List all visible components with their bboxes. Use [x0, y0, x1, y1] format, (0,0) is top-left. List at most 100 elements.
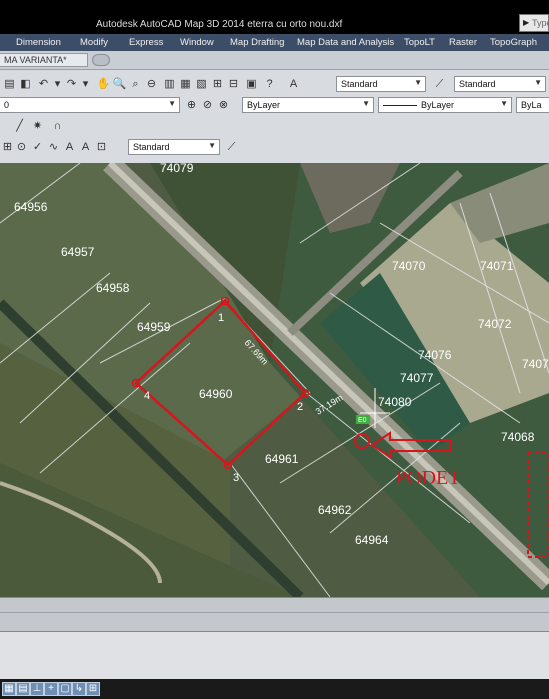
parcel-label: 74076: [418, 348, 452, 362]
layer-previous-icon[interactable]: ⊘: [200, 98, 215, 113]
color-value: ByLayer: [247, 100, 281, 110]
parcel-label: 64964: [355, 533, 389, 547]
layer-dropdown[interactable]: 0 ▼: [0, 97, 180, 113]
parcel-label: 74072: [478, 317, 512, 331]
parcel-label: 74080: [378, 395, 412, 409]
grid-icon[interactable]: ⊞: [0, 140, 15, 155]
calculator-icon[interactable]: ▣: [244, 77, 259, 92]
make-current-icon[interactable]: ⊕: [184, 98, 199, 113]
search-arrow-icon: ▶: [523, 18, 530, 27]
menu-topolt[interactable]: TopoLT: [404, 37, 435, 48]
menu-raster[interactable]: Raster: [449, 37, 477, 48]
leader-collect-icon[interactable]: ⊡: [94, 140, 109, 155]
snap-icon[interactable]: ▦: [2, 682, 16, 696]
menu-express[interactable]: Express: [129, 37, 163, 48]
chevron-down-icon: ▼: [168, 99, 176, 108]
parcel-label: 64960: [199, 387, 233, 401]
menu-map-data-analysis[interactable]: Map Data and Analysis: [297, 37, 394, 48]
grid-display-icon[interactable]: ▤: [16, 682, 30, 696]
chevron-down-icon: ▼: [534, 78, 542, 87]
dim-style-dropdown[interactable]: Standard ▼: [454, 76, 546, 92]
layers-toolbar: 0 ▼ ⊕ ⊘ ⊗ ByLayer ▼ ByLayer ▼ ByLa: [0, 95, 549, 116]
ortho-icon[interactable]: ⊥: [30, 682, 44, 696]
zoom-realtime-icon[interactable]: 🔍: [112, 77, 127, 92]
parcel-label: 64957: [61, 245, 95, 259]
parcel-label: 64962: [318, 503, 352, 517]
orthophoto-drawing[interactable]: E0 74079 64956 64957 64958 64959 64960 6…: [0, 163, 549, 597]
vertex-label: 1: [218, 312, 224, 324]
command-line[interactable]: [0, 631, 549, 680]
color-dropdown[interactable]: ByLayer ▼: [242, 97, 374, 113]
linetype-dropdown[interactable]: ByLayer ▼: [378, 97, 512, 113]
file-tab[interactable]: MA VARIANTA*: [0, 53, 88, 67]
zoom-window-icon[interactable]: ⌕: [128, 77, 143, 92]
design-center-icon[interactable]: ▦: [178, 77, 193, 92]
vertex-label: 3: [233, 472, 239, 484]
vertex-label: 4: [144, 390, 150, 402]
chevron-down-icon: ▼: [414, 78, 422, 87]
layer-states-icon[interactable]: ⊗: [216, 98, 231, 113]
dynamic-ucs-icon[interactable]: ⊞: [86, 682, 100, 696]
linetype-value: ByLayer: [421, 100, 455, 110]
multileader-icon[interactable]: A: [62, 140, 77, 155]
pan-icon[interactable]: ✋: [96, 77, 111, 92]
multileader-style-dropdown[interactable]: Standard ▼: [128, 139, 220, 155]
undo-dropdown-icon[interactable]: ▾: [50, 77, 65, 92]
markup-icon[interactable]: ⊟: [226, 77, 241, 92]
menu-window[interactable]: Window: [180, 37, 214, 48]
leader-style-icon[interactable]: ⟋: [224, 140, 239, 155]
properties-icon[interactable]: ▥: [162, 77, 177, 92]
document-icon[interactable]: ▤: [2, 77, 17, 92]
marker-label: E0: [358, 417, 367, 424]
layer-value: 0: [4, 100, 10, 110]
chevron-down-icon: ▼: [500, 99, 508, 108]
podet-annotation: PODET: [396, 467, 460, 489]
line-tool-icon[interactable]: ╱: [12, 119, 27, 134]
dim-style-icon[interactable]: ⟋: [432, 77, 447, 92]
multileader-style-value: Standard: [133, 142, 170, 152]
parcel-label: 74068: [501, 430, 535, 444]
otrack-icon[interactable]: ↳: [72, 682, 86, 696]
toolbar-area: ▤ ◧ ↶ ▾ ↷ ▾ ✋ 🔍 ⌕ ⊖ ▥ ▦ ▧ ⊞ ⊟ ▣ ? A Stan…: [0, 70, 549, 163]
tool-palettes-icon[interactable]: ▧: [194, 77, 209, 92]
zoom-previous-icon[interactable]: ⊖: [144, 77, 159, 92]
text-style-icon[interactable]: A: [286, 77, 301, 92]
redo-dropdown-icon[interactable]: ▾: [78, 77, 93, 92]
target-icon[interactable]: ⊙: [14, 140, 29, 155]
menu-topograph[interactable]: TopoGraph: [490, 37, 537, 48]
chevron-down-icon: ▼: [208, 141, 216, 150]
layer-icon[interactable]: ◧: [18, 77, 33, 92]
parcel-label: 64961: [265, 452, 299, 466]
status-toolbar: ▦ ▤ ⊥ + ▢ ↳ ⊞: [0, 679, 549, 699]
osnap-icon[interactable]: ▢: [58, 682, 72, 696]
dim-style-value: Standard: [459, 79, 496, 89]
parcel-label: 74070: [392, 259, 426, 273]
new-tab-button[interactable]: [92, 54, 110, 66]
check-icon[interactable]: ✓: [30, 140, 45, 155]
text-style-value: Standard: [341, 79, 378, 89]
redo-icon[interactable]: ↷: [64, 77, 79, 92]
drawing-canvas[interactable]: E0 74079 64956 64957 64958 64959 64960 6…: [0, 163, 549, 597]
polyline-icon[interactable]: ∿: [46, 140, 61, 155]
parcel-label: 64958: [96, 281, 130, 295]
menu-dimension[interactable]: Dimension: [16, 37, 61, 48]
draw-toolbar: ╱ ✷ ∩: [0, 116, 549, 137]
search-box[interactable]: ▶ Type: [519, 14, 549, 32]
parcel-label: 7407: [522, 357, 549, 371]
text-align-icon[interactable]: A: [78, 140, 93, 155]
search-placeholder: Type: [532, 18, 548, 28]
sheet-set-icon[interactable]: ⊞: [210, 77, 225, 92]
lineweight-dropdown[interactable]: ByLa: [516, 97, 549, 113]
magnet-icon[interactable]: ∩: [50, 119, 65, 134]
undo-icon[interactable]: ↶: [36, 77, 51, 92]
explode-icon[interactable]: ✷: [30, 119, 45, 134]
text-style-dropdown[interactable]: Standard ▼: [336, 76, 426, 92]
parcel-label: 74071: [480, 259, 514, 273]
file-tab-bar: MA VARIANTA*: [0, 51, 549, 70]
menu-map-drafting[interactable]: Map Drafting: [230, 37, 284, 48]
menu-modify[interactable]: Modify: [80, 37, 108, 48]
leader-toolbar: ⊞ ⊙ ✓ ∿ A A ⊡ Standard ▼ ⟋: [0, 137, 549, 158]
polar-icon[interactable]: +: [44, 682, 58, 696]
chevron-down-icon: ▼: [362, 99, 370, 108]
help-icon[interactable]: ?: [262, 77, 277, 92]
